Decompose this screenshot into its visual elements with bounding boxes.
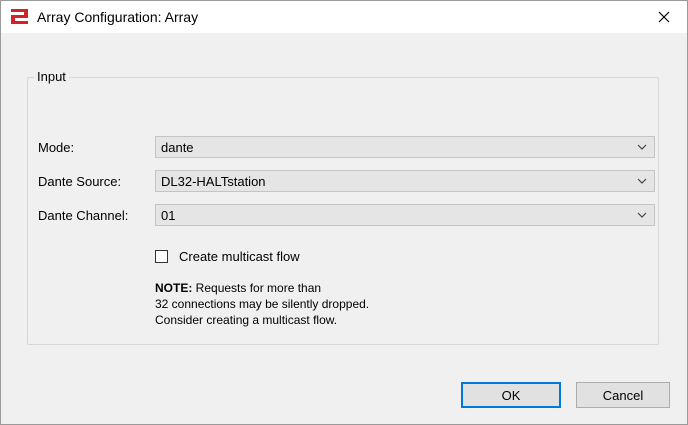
window-title: Array Configuration: Array xyxy=(37,9,199,25)
groupbox-title: Input xyxy=(34,69,69,84)
cancel-button[interactable]: Cancel xyxy=(576,382,670,408)
array-configuration-dialog: Array Configuration: Array Input Mode: d… xyxy=(0,0,688,425)
title-bar: Array Configuration: Array xyxy=(1,1,687,33)
chevron-down-icon xyxy=(637,212,647,218)
array-icon xyxy=(11,9,28,24)
dante-channel-label: Dante Channel: xyxy=(38,208,129,223)
multicast-checkbox-label: Create multicast flow xyxy=(179,249,300,264)
multicast-checkbox[interactable] xyxy=(155,250,168,263)
ok-button[interactable]: OK xyxy=(461,382,561,408)
close-icon xyxy=(658,11,670,23)
chevron-down-icon xyxy=(637,144,647,150)
note-line-3: Consider creating a multicast flow. xyxy=(155,313,338,327)
note-line-1: Requests for more than xyxy=(192,281,322,295)
note-line-2: 32 connections may be silently dropped. xyxy=(155,297,370,311)
mode-label: Mode: xyxy=(38,140,75,155)
chevron-down-icon xyxy=(637,178,647,184)
multicast-note: NOTE: Requests for more than 32 connecti… xyxy=(155,280,369,328)
input-groupbox: Input Mode: dante Dante Source: DL32-HAL… xyxy=(27,69,659,345)
mode-value: dante xyxy=(161,140,194,155)
dante-channel-dropdown[interactable]: 01 xyxy=(155,204,655,226)
dante-source-label: Dante Source: xyxy=(38,174,122,189)
dante-source-value: DL32-HALTstation xyxy=(161,174,266,189)
mode-dropdown[interactable]: dante xyxy=(155,136,655,158)
close-button[interactable] xyxy=(641,1,687,33)
dante-channel-value: 01 xyxy=(161,208,176,223)
note-heading: NOTE: xyxy=(155,281,193,295)
dante-source-dropdown[interactable]: DL32-HALTstation xyxy=(155,170,655,192)
dialog-content: Input Mode: dante Dante Source: DL32-HAL… xyxy=(1,33,687,424)
